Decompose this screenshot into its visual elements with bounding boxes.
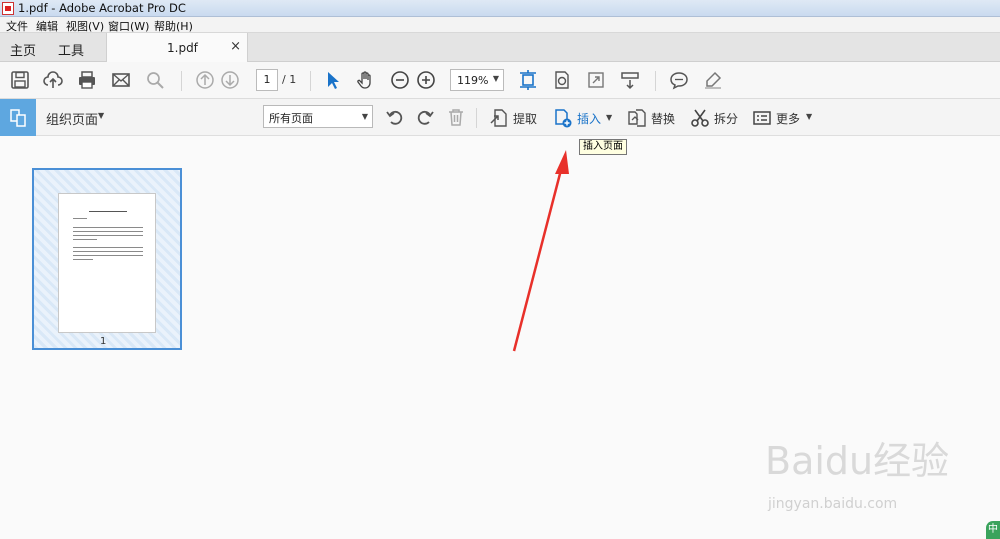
text-line (73, 247, 143, 248)
trash-icon[interactable] (446, 107, 466, 127)
upload-icon[interactable] (43, 70, 63, 90)
fit-page-icon[interactable] (518, 70, 538, 90)
highlight-icon[interactable] (703, 70, 723, 90)
page-total: / 1 (282, 73, 297, 86)
page-thumbnail-number: 1 (100, 336, 107, 347)
tab-home[interactable]: 主页 (10, 40, 36, 59)
menu-bar: 文件 编辑 视图(V) 窗口(W) 帮助(H) (0, 17, 1000, 33)
insert-chevron-down-icon[interactable]: ▼ (606, 113, 612, 122)
tab-row: 主页 工具 1.pdf × (0, 33, 1000, 63)
ime-indicator[interactable]: 中 (986, 521, 1000, 539)
page-range-select[interactable]: 所有页面 ▼ (263, 105, 373, 128)
toolbar-divider (655, 71, 656, 91)
organize-pages-icon (10, 109, 26, 127)
chevron-down-icon: ▼ (492, 74, 499, 83)
text-line (73, 227, 143, 228)
select-cursor-icon[interactable] (323, 70, 343, 90)
toolbar-divider (476, 108, 477, 128)
text-line (73, 255, 143, 256)
zoom-out-icon[interactable] (390, 70, 410, 90)
page-number-input[interactable]: 1 (256, 69, 278, 91)
chevron-down-icon[interactable]: ▼ (98, 111, 104, 120)
extract-button[interactable]: 提取 (489, 108, 541, 128)
zoom-in-icon[interactable] (416, 70, 436, 90)
menu-window[interactable]: 窗口(W) (108, 18, 149, 34)
page-thumbnail-preview (58, 193, 156, 333)
rotate-view-icon[interactable] (552, 70, 572, 90)
page-range-value: 所有页面 (269, 112, 313, 125)
more-icon (753, 111, 771, 125)
more-button[interactable]: 更多 (752, 108, 804, 128)
close-tab-icon[interactable]: × (230, 39, 241, 54)
text-line (73, 231, 143, 232)
text-line (73, 251, 143, 252)
split-button[interactable]: 拆分 (690, 108, 740, 128)
hand-icon[interactable] (356, 70, 376, 90)
watermark-url: jingyan.baidu.com (768, 496, 898, 512)
toolbar-divider (181, 71, 182, 91)
rotate-ccw-icon[interactable] (385, 107, 405, 127)
menu-help[interactable]: 帮助(H) (154, 18, 193, 34)
text-line (73, 235, 143, 236)
text-line (89, 211, 127, 212)
next-page-icon[interactable] (220, 70, 240, 90)
rotate-cw-icon[interactable] (415, 107, 435, 127)
more-chevron-down-icon[interactable]: ▼ (806, 112, 812, 121)
read-mode-icon[interactable] (620, 70, 640, 90)
tab-document-label: 1.pdf (167, 41, 198, 55)
text-line (73, 259, 93, 260)
organize-pages-tool-icon[interactable] (0, 99, 36, 136)
menu-view[interactable]: 视图(V) (66, 18, 104, 34)
fullscreen-icon[interactable] (586, 70, 606, 90)
insert-page-tooltip: 插入页面 (579, 139, 627, 155)
chevron-down-icon: ▼ (361, 112, 368, 121)
more-label: 更多 (776, 112, 801, 126)
menu-edit[interactable]: 编辑 (36, 18, 58, 34)
tab-document[interactable]: 1.pdf × (106, 33, 248, 63)
acrobat-app-icon (2, 2, 14, 15)
replace-icon (628, 109, 646, 127)
organize-pages-toolbar: 组织页面 ▼ 所有页面 ▼ 提取 插入 ▼ 替换 拆分 更多 ▼ (0, 99, 1000, 136)
extract-icon (490, 109, 507, 127)
page-thumbnail[interactable]: 1 (32, 168, 182, 350)
mail-icon[interactable] (111, 70, 131, 90)
baidu-watermark: Baidu经验 jingyan.baidu.com (765, 430, 965, 520)
title-bar: 1.pdf - Adobe Acrobat Pro DC (0, 0, 1000, 17)
extract-label: 提取 (513, 112, 538, 126)
text-line (73, 239, 97, 240)
zoom-select[interactable]: 119% ▼ (450, 69, 504, 91)
watermark-brand: Baidu经验 (765, 439, 950, 483)
menu-file[interactable]: 文件 (6, 18, 28, 34)
toolbar-divider (310, 71, 311, 91)
replace-button[interactable]: 替换 (627, 108, 679, 128)
insert-page-icon (555, 109, 572, 128)
replace-label: 替换 (651, 112, 676, 126)
zoom-value: 119% (457, 74, 489, 87)
organize-pages-title[interactable]: 组织页面 (46, 109, 98, 128)
print-icon[interactable] (77, 70, 97, 90)
search-icon[interactable] (145, 70, 165, 90)
comment-icon[interactable] (669, 70, 689, 90)
tab-tools[interactable]: 工具 (58, 40, 84, 59)
insert-label: 插入 (577, 112, 602, 126)
save-icon[interactable] (10, 70, 30, 90)
prev-page-icon[interactable] (195, 70, 215, 90)
window-title: 1.pdf - Adobe Acrobat Pro DC (18, 1, 186, 15)
scissors-icon (691, 109, 709, 127)
main-toolbar: 1 / 1 119% ▼ (0, 62, 1000, 99)
split-label: 拆分 (714, 112, 739, 126)
text-line (73, 218, 87, 219)
